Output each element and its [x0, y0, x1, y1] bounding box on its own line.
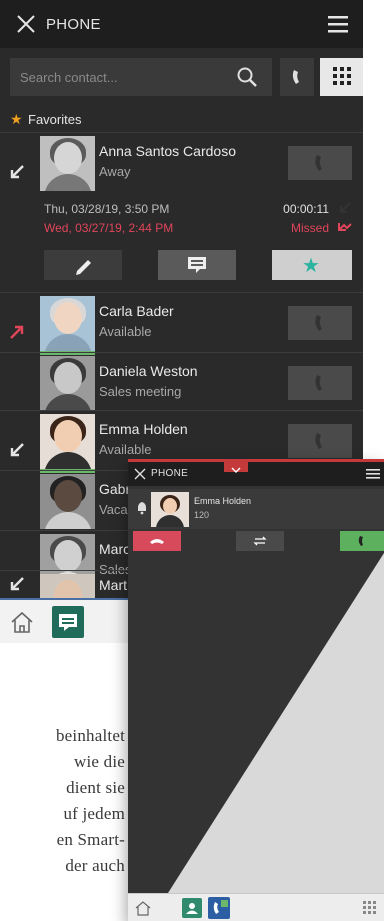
article-line: en Smart- — [56, 830, 125, 849]
chevron-down-icon — [231, 467, 241, 473]
home-icon[interactable] — [134, 899, 152, 917]
phone-icon — [358, 536, 363, 546]
apps-grid-icon[interactable] — [362, 900, 378, 916]
menu-icon[interactable] — [366, 467, 380, 481]
close-icon[interactable] — [134, 468, 146, 480]
caller-number: 120 — [194, 510, 210, 520]
contacts-tab[interactable] — [182, 898, 202, 918]
transfer-button[interactable] — [236, 531, 284, 551]
article-line: uf jedem — [63, 804, 125, 823]
phone-app-window-small: PHONE Emma Holden 120 — [128, 459, 384, 921]
caller-name: Emma Holden — [194, 496, 252, 506]
avatar — [151, 492, 189, 527]
hangup-icon — [150, 539, 164, 544]
article-line: beinhaltet — [55, 726, 125, 745]
bottom-nav — [128, 893, 384, 921]
bell-icon — [138, 502, 146, 515]
app-header: PHONE — [128, 462, 384, 486]
hangup-button[interactable] — [133, 531, 181, 551]
article-line: der auch — [65, 856, 125, 875]
incoming-call-card: Emma Holden 120 — [128, 489, 384, 529]
article-line: dient sie — [66, 778, 125, 797]
collapse-tab[interactable] — [224, 462, 248, 473]
transfer-icon — [253, 536, 267, 546]
phone-icon — [213, 900, 228, 914]
answer-button[interactable] — [340, 531, 384, 551]
group-icon — [186, 903, 198, 914]
phone-tab[interactable] — [208, 897, 230, 919]
app-title: PHONE — [151, 468, 189, 479]
article-line: wie die — [74, 752, 125, 771]
call-controls — [128, 531, 384, 553]
